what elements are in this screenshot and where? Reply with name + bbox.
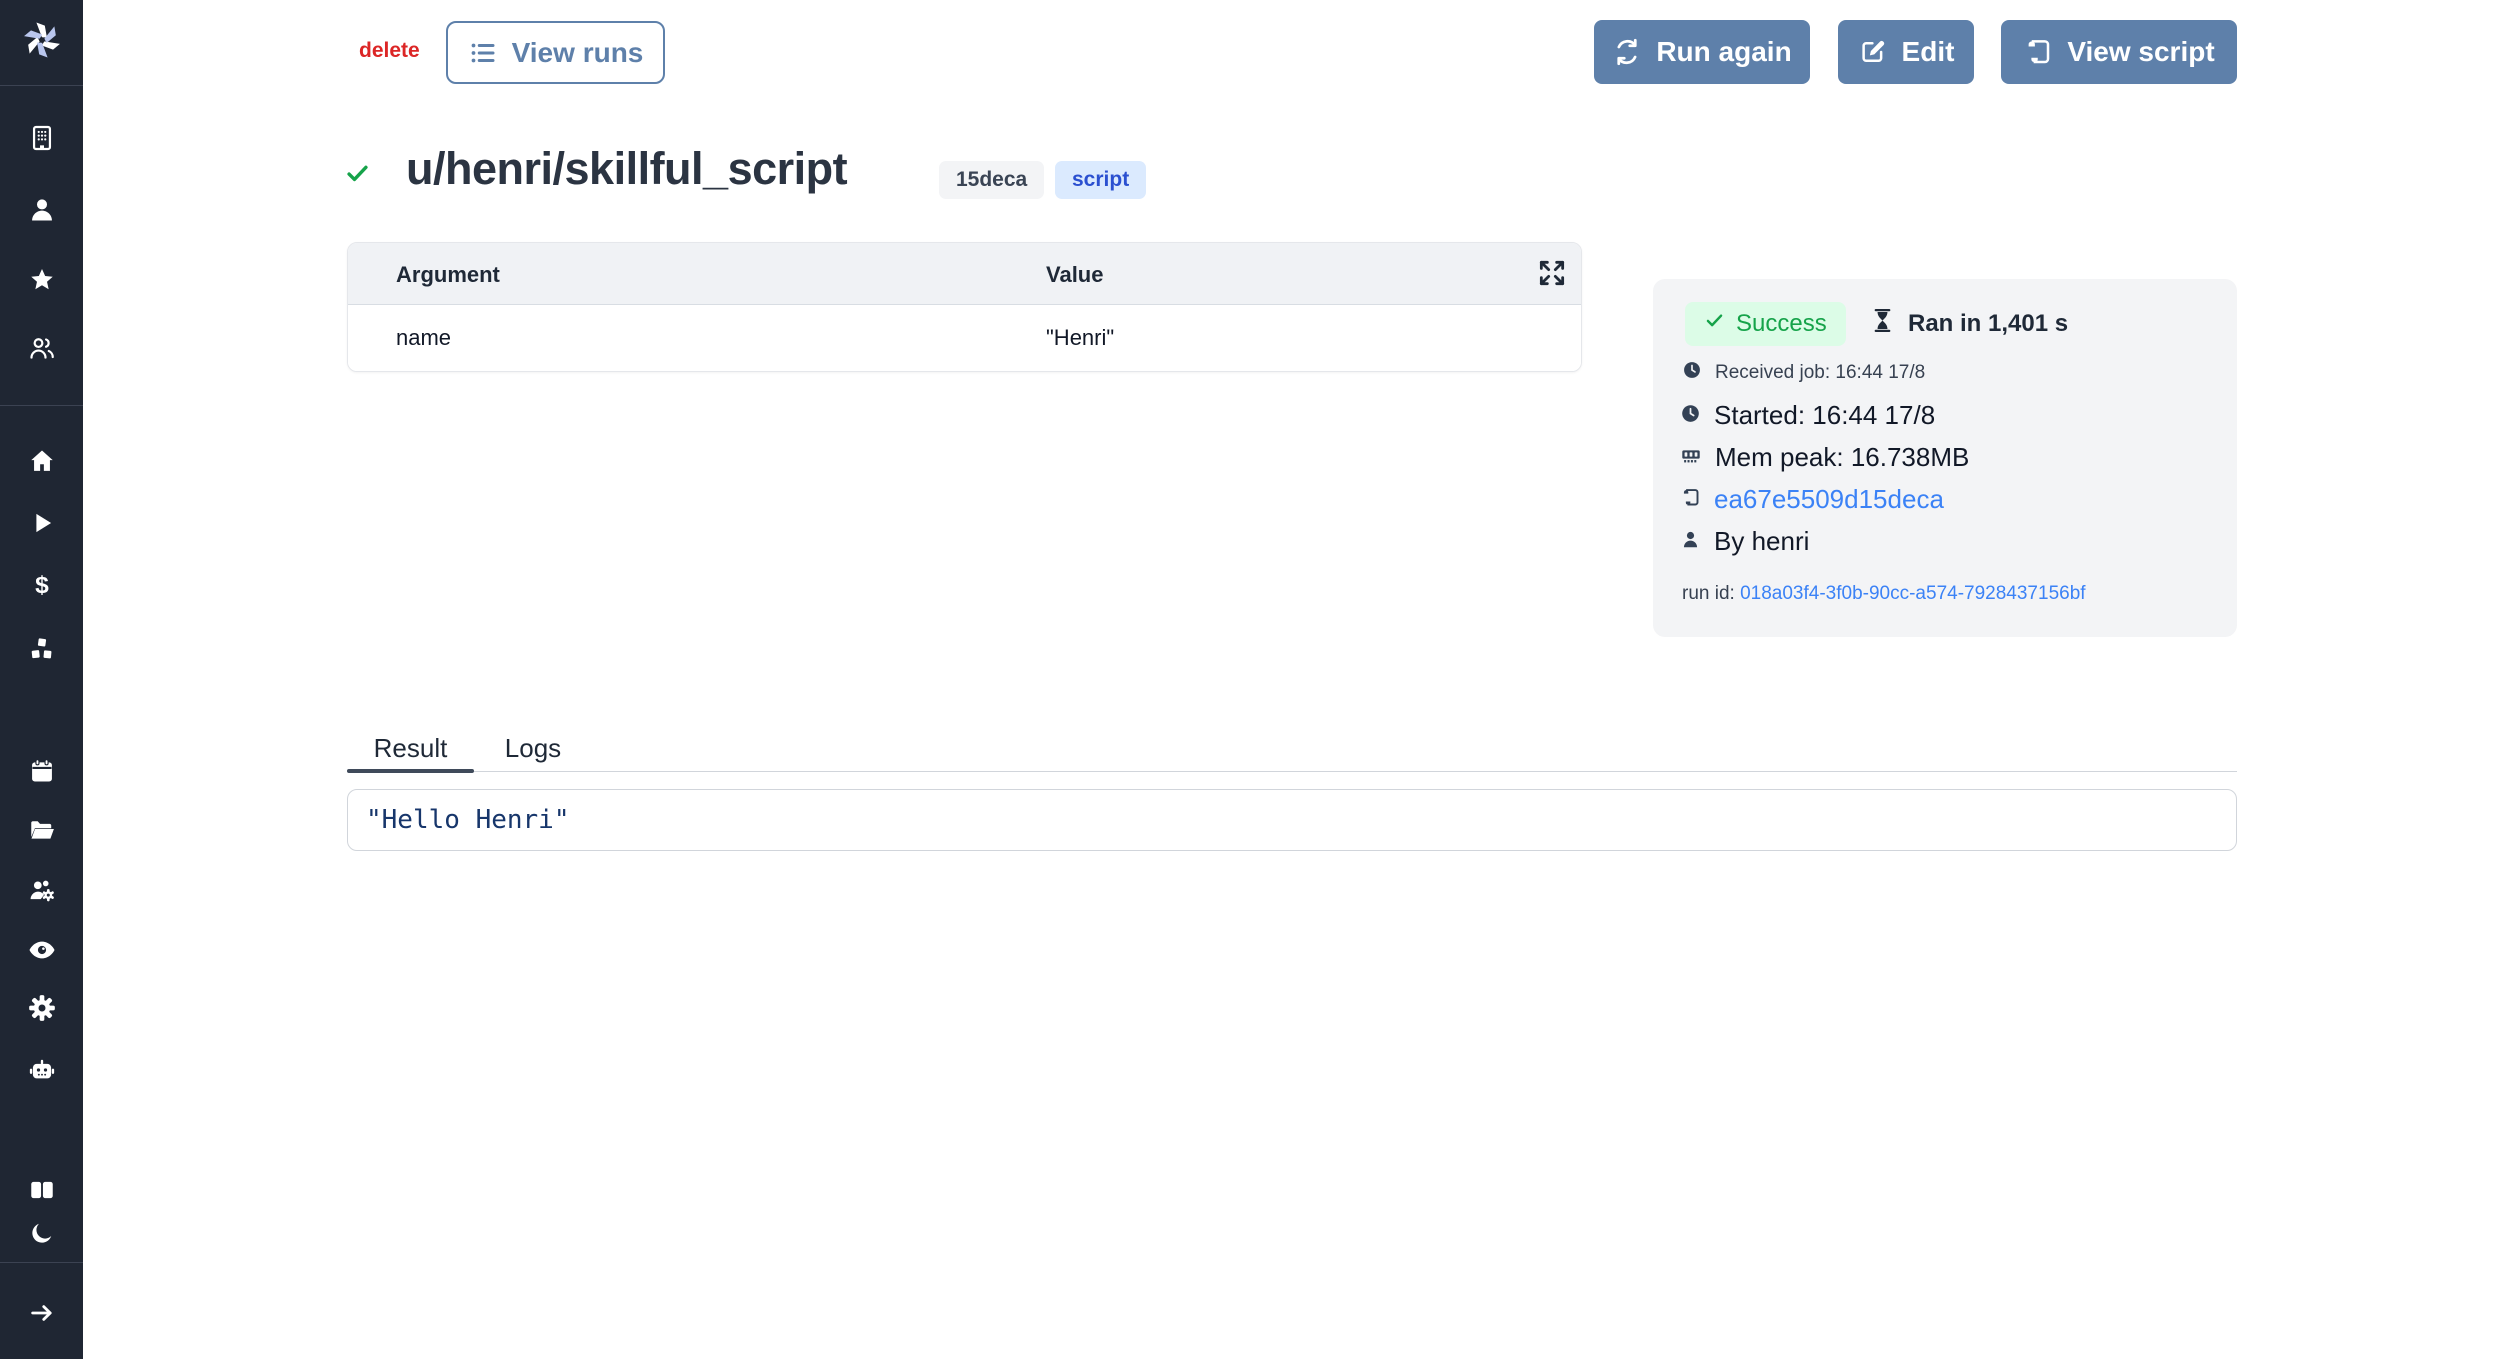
started-row: Started: 16:44 17/8 [1680, 400, 1935, 431]
docs-book-icon[interactable] [28, 1176, 56, 1204]
svg-text:$: $ [35, 572, 49, 599]
edit-label: Edit [1902, 36, 1955, 68]
audit-eye-icon[interactable] [28, 936, 56, 964]
script-hash-row: ea67e5509d15deca [1680, 484, 1944, 515]
folders-icon[interactable] [28, 816, 56, 844]
arguments-table-header: Argument Value [348, 243, 1581, 305]
column-argument: Argument [396, 262, 500, 288]
run-author-label: By henri [1714, 526, 1809, 557]
received-job-label: Received job: 16:44 17/8 [1715, 362, 1925, 384]
result-output-box: "Hello Henri" [347, 789, 2237, 851]
schedules-calendar-icon[interactable] [28, 757, 56, 785]
memory-icon [1680, 442, 1702, 473]
sidebar-divider [0, 85, 83, 86]
expand-sidebar-arrow-icon[interactable] [28, 1299, 56, 1327]
run-id-link[interactable]: 018a03f4-3f0b-90cc-a574-7928437156bf [1740, 583, 2085, 604]
script-hash-badge: 15deca [939, 161, 1044, 199]
view-script-label: View script [2067, 36, 2214, 68]
home-icon[interactable] [28, 447, 56, 475]
column-value: Value [1046, 262, 1103, 288]
received-job-row: Received job: 16:44 17/8 [1682, 360, 1925, 386]
tab-logs[interactable]: Logs [490, 725, 576, 771]
argument-name-cell: name [396, 325, 451, 351]
edit-button[interactable]: Edit [1838, 20, 1974, 84]
runs-play-icon[interactable] [28, 509, 56, 537]
groups-gear-icon[interactable] [28, 876, 56, 904]
tab-result[interactable]: Result [347, 725, 474, 771]
script-type-badge: script [1055, 161, 1146, 199]
run-id-label: run id: [1682, 583, 1735, 604]
result-tabs: Result Logs [347, 725, 2237, 772]
status-label: Success [1736, 310, 1827, 338]
status-badge: Success [1685, 302, 1846, 346]
argument-value-cell: "Henri" [1046, 325, 1114, 351]
script-hash-link[interactable]: ea67e5509d15deca [1714, 484, 1944, 515]
started-label: Started: 16:44 17/8 [1714, 400, 1935, 431]
sidebar: $ [0, 0, 83, 1359]
star-icon[interactable] [28, 266, 56, 294]
mem-peak-label: Mem peak: 16.738MB [1715, 442, 1969, 473]
scroll-icon [1680, 484, 1701, 515]
workspace-building-icon[interactable] [28, 124, 56, 152]
settings-gear-icon[interactable] [28, 994, 56, 1022]
view-runs-button[interactable]: View runs [446, 21, 665, 84]
user-icon[interactable] [28, 196, 56, 224]
run-author-row: By henri [1680, 526, 1809, 557]
clock-icon [1680, 400, 1701, 431]
view-script-button[interactable]: View script [2001, 20, 2237, 84]
clock-icon [1682, 360, 1702, 386]
run-duration: Ran in 1,401 s [1869, 307, 2068, 341]
edit-pencil-icon [1858, 37, 1888, 67]
arguments-table: Argument Value name "Henri" [347, 242, 1582, 372]
run-again-button[interactable]: Run again [1594, 20, 1810, 84]
result-value: "Hello Henri" [366, 805, 570, 835]
windmill-logo-icon[interactable] [21, 19, 63, 61]
script-scroll-icon [2023, 37, 2053, 67]
sidebar-divider [0, 405, 83, 406]
mem-peak-row: Mem peak: 16.738MB [1680, 442, 1969, 473]
run-duration-label: Ran in 1,401 s [1908, 310, 2068, 338]
check-icon [1704, 310, 1725, 338]
table-row: name "Henri" [348, 305, 1581, 371]
view-runs-label: View runs [512, 37, 644, 69]
theme-moon-icon[interactable] [28, 1219, 56, 1247]
users-icon[interactable] [28, 334, 56, 362]
list-icon [468, 38, 498, 68]
expand-table-button[interactable] [1535, 256, 1569, 290]
page-title: u/henri/skillful_script [406, 143, 847, 195]
sidebar-divider [0, 1262, 83, 1263]
delete-button[interactable]: delete [359, 39, 420, 63]
success-check-icon [344, 160, 371, 192]
resources-boxes-icon[interactable] [28, 635, 56, 663]
run-status-panel: Success Ran in 1,401 s Received job: 16:… [1653, 279, 2237, 637]
run-again-label: Run again [1656, 36, 1791, 68]
variables-dollar-icon[interactable]: $ [28, 571, 56, 599]
app-root: $ delete [0, 0, 2500, 1359]
workers-robot-icon[interactable] [28, 1056, 56, 1084]
refresh-icon [1612, 37, 1642, 67]
hourglass-icon [1869, 307, 1896, 341]
person-icon [1680, 526, 1701, 557]
run-id-row: run id: 018a03f4-3f0b-90cc-a574-79284371… [1682, 583, 2086, 605]
